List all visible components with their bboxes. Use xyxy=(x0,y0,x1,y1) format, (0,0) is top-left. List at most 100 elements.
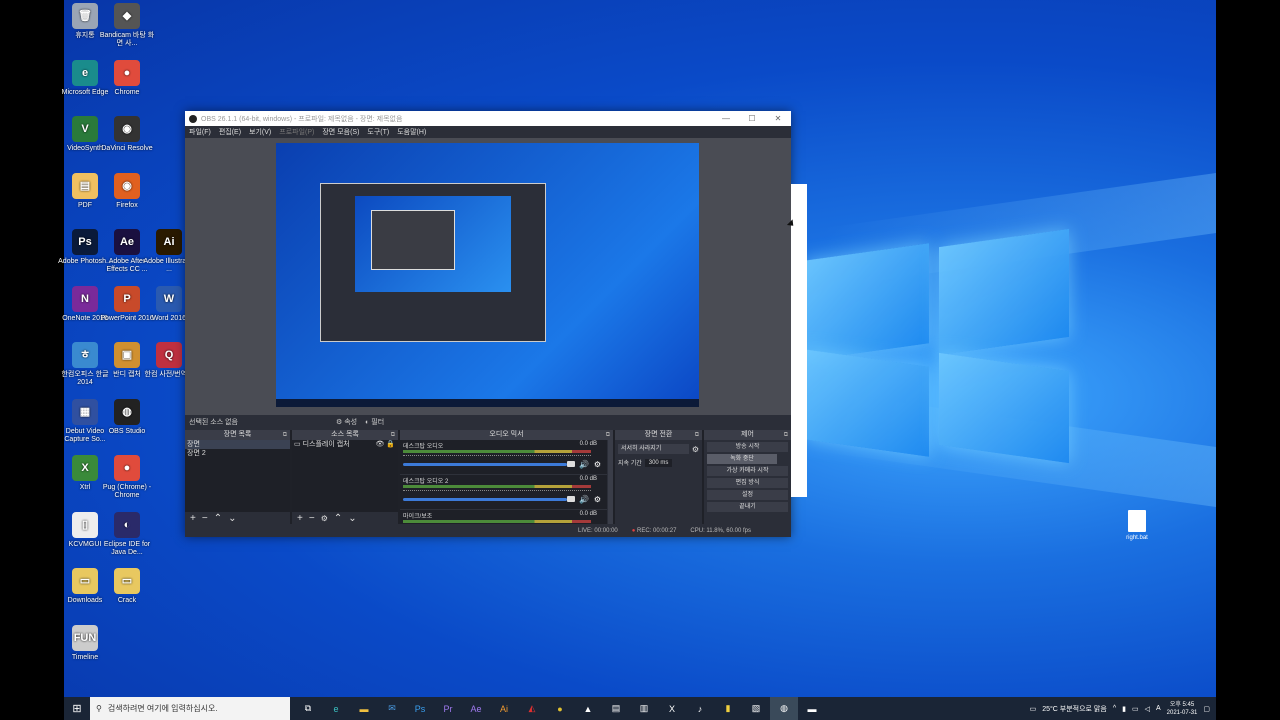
settings-button[interactable]: 설정 xyxy=(707,490,788,500)
obs-titlebar[interactable]: OBS 26.1.1 (64-bit, windows) - 프로파일: 제목없… xyxy=(185,111,791,126)
scene-item[interactable]: 장면 xyxy=(185,440,290,449)
desktop-icon[interactable]: ▭ Crack xyxy=(99,568,155,605)
menu-tools[interactable]: 도구(T) xyxy=(367,127,389,137)
gear-icon[interactable]: ⚙ xyxy=(594,495,601,504)
chevron-up-icon[interactable]: ^ xyxy=(1113,705,1116,712)
close-icon[interactable]: ✕ xyxy=(765,114,791,123)
after-effects-icon[interactable]: Ae xyxy=(462,697,490,720)
desktop-icon[interactable]: ● Pug (Chrome) - Chrome xyxy=(99,455,155,500)
acrobat-icon[interactable]: ◭ xyxy=(518,697,546,720)
app-icon: N xyxy=(72,285,98,312)
speaker-icon[interactable]: 🔊 xyxy=(579,460,589,469)
studio-mode-button[interactable]: 편집 방식 xyxy=(707,478,788,488)
desktop-icon[interactable]: ◐ Eclipse IDE for Java De... xyxy=(99,511,155,557)
music-icon[interactable]: ♪ xyxy=(686,697,714,720)
search-box[interactable]: ⚲ 검색하려면 여기에 입력하십시오. xyxy=(90,697,290,720)
start-button[interactable]: ⊞ xyxy=(64,697,90,720)
filters-button[interactable]: ◐ 필터 xyxy=(365,417,384,427)
app-icon[interactable]: ▥ xyxy=(630,697,658,720)
xtrl-icon[interactable]: X xyxy=(658,697,686,720)
volume-knob[interactable] xyxy=(567,496,575,502)
desktop-icon[interactable]: ◆ Bandicam 바탕 화면 사... xyxy=(99,3,155,48)
add-scene-icon[interactable]: + xyxy=(190,513,196,524)
task-view-icon[interactable]: ⧉ xyxy=(294,697,322,720)
volume-knob[interactable] xyxy=(567,461,575,467)
chrome-icon[interactable]: ● xyxy=(546,697,574,720)
start-virtual-camera-button[interactable]: 가상 카메라 시작 xyxy=(707,466,788,476)
volume-icon[interactable]: ◁ xyxy=(1145,705,1150,713)
desktop-icon[interactable]: FUN Timeline xyxy=(57,624,113,662)
app-icon: W xyxy=(156,285,182,312)
app-icon: Ps xyxy=(72,229,98,255)
illustrator-icon[interactable]: Ai xyxy=(490,697,518,720)
app-icon[interactable]: ▬ xyxy=(798,697,826,720)
edge-icon[interactable]: e xyxy=(322,697,350,720)
app-icon: ● xyxy=(114,455,140,481)
move-up-icon[interactable]: ⌃ xyxy=(334,513,342,524)
properties-button[interactable]: ⚙ 속성 xyxy=(336,417,357,427)
duration-input[interactable]: 300 ms xyxy=(644,458,673,467)
remove-source-icon[interactable]: − xyxy=(309,513,315,524)
menu-view[interactable]: 보기(V) xyxy=(249,127,271,137)
sources-header: 소스 목록 ⧉ xyxy=(292,430,398,440)
file-explorer-icon[interactable]: ▬ xyxy=(350,697,378,720)
preview-canvas[interactable] xyxy=(276,143,699,407)
gear-icon[interactable]: ⚙ xyxy=(594,460,601,469)
desktop-icon[interactable]: ◉ Firefox xyxy=(99,172,155,210)
volume-meter xyxy=(403,520,591,523)
volume-slider[interactable] xyxy=(403,498,567,501)
scene-item[interactable]: 장면 2 xyxy=(185,449,290,458)
background-window[interactable] xyxy=(791,184,807,497)
desktop-icon[interactable]: ● Chrome xyxy=(99,59,155,97)
volume-slider[interactable] xyxy=(403,463,567,466)
desktop-icon[interactable]: ◍ OBS Studio xyxy=(99,398,155,436)
source-item[interactable]: ▭ 디스플레이 캡처 👁 🔒 xyxy=(292,440,398,449)
notes-icon[interactable]: ▮ xyxy=(714,697,742,720)
mic-icon[interactable]: ▮ xyxy=(1122,705,1126,713)
clock[interactable]: 오후 5:45 2021-07-31 xyxy=(1167,701,1198,717)
app-icon[interactable]: ▲ xyxy=(574,697,602,720)
network-icon[interactable]: ▭ xyxy=(1132,705,1139,713)
move-down-icon[interactable]: ⌄ xyxy=(348,513,356,524)
notification-icon[interactable]: ▢ xyxy=(1203,705,1210,713)
photoshop-icon[interactable]: Ps xyxy=(406,697,434,720)
menu-profile[interactable]: 프로파일(P) xyxy=(279,127,314,137)
mail-icon[interactable]: ✉ xyxy=(378,697,406,720)
transition-select[interactable]: 서서히 사라지기 xyxy=(618,444,689,454)
gear-icon[interactable]: ⚙ xyxy=(692,445,699,454)
premiere-icon[interactable]: Pr xyxy=(434,697,462,720)
menu-scene-collection[interactable]: 장면 모음(S) xyxy=(322,127,359,137)
preview-area[interactable] xyxy=(185,138,791,415)
obs-icon[interactable]: ◍ xyxy=(770,697,798,720)
app-icon[interactable]: ▧ xyxy=(742,697,770,720)
menu-help[interactable]: 도움말(H) xyxy=(397,127,426,137)
controls-header: 제어 ⧉ xyxy=(704,430,791,440)
remove-scene-icon[interactable]: − xyxy=(202,513,208,524)
mixer-scrollbar[interactable] xyxy=(608,440,613,524)
speaker-icon[interactable]: 🔊 xyxy=(579,495,589,504)
menu-file[interactable]: 파일(F) xyxy=(189,127,211,137)
app-icon: ▦ xyxy=(72,398,98,425)
obs-title-text: OBS 26.1.1 (64-bit, windows) - 프로파일: 제목없… xyxy=(201,115,403,123)
weather-icon[interactable]: ▭ xyxy=(1030,705,1037,713)
app-icon: ▣ xyxy=(114,342,140,368)
start-streaming-button[interactable]: 방송 시작 xyxy=(707,442,788,452)
app-icon: Q xyxy=(156,342,182,368)
weather-text[interactable]: 25°C 부분적으로 맑음 xyxy=(1042,704,1107,714)
exit-button[interactable]: 끝내기 xyxy=(707,502,788,512)
desktop-file[interactable]: right.bat xyxy=(1117,510,1157,541)
stop-recording-button[interactable]: 녹화 중단 xyxy=(707,454,777,464)
move-up-icon[interactable]: ⌃ xyxy=(214,513,222,524)
add-source-icon[interactable]: + xyxy=(297,513,303,524)
menu-edit[interactable]: 편집(E) xyxy=(219,127,241,137)
app-icon[interactable]: ▤ xyxy=(602,697,630,720)
obs-app-icon xyxy=(189,114,197,123)
app-icon: ◐ xyxy=(114,511,140,538)
maximize-icon[interactable]: ☐ xyxy=(739,114,765,123)
gear-icon[interactable]: ⚙ xyxy=(321,514,328,523)
minimize-icon[interactable]: — xyxy=(713,114,739,123)
obs-window[interactable]: OBS 26.1.1 (64-bit, windows) - 프로파일: 제목없… xyxy=(185,111,795,537)
move-down-icon[interactable]: ⌄ xyxy=(228,513,236,524)
language-indicator[interactable]: A xyxy=(1156,705,1161,712)
desktop-icon[interactable]: ◉ DaVinci Resolve xyxy=(99,116,155,153)
